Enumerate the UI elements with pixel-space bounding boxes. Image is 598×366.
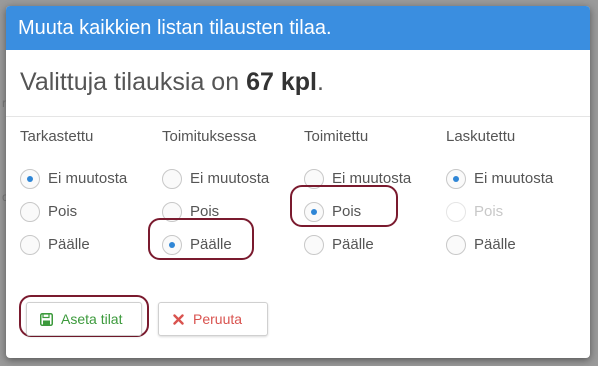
radio-button [446, 201, 466, 222]
radio-button[interactable] [304, 168, 324, 189]
option-label: Pois [332, 203, 362, 220]
status-group-toimituksessa: Toimituksessa Ei muutosta Pois Päälle [162, 128, 302, 261]
group-title: Laskutettu [446, 128, 516, 145]
group-title: Tarkastettu [20, 128, 94, 145]
option-label: Päälle [48, 236, 90, 253]
save-icon [39, 312, 53, 326]
modal-title: Muuta kaikkien listan tilausten tilaa. [6, 6, 590, 50]
group-title: Toimituksessa [162, 128, 257, 145]
summary-suffix: . [316, 68, 324, 96]
option-pois[interactable]: Pois [304, 195, 444, 228]
option-paalle[interactable]: Päälle [20, 228, 160, 261]
option-label: Päälle [332, 236, 374, 253]
option-label: Pois [474, 203, 504, 220]
option-ei-muutosta[interactable]: Ei muutosta [446, 162, 586, 195]
option-label: Pois [190, 203, 220, 220]
radio-button[interactable] [446, 168, 466, 189]
change-status-modal: Muuta kaikkien listan tilausten tilaa. V… [6, 6, 590, 358]
option-ei-muutosta[interactable]: Ei muutosta [20, 162, 160, 195]
status-group-tarkastettu: Tarkastettu Ei muutosta Pois Päälle [20, 128, 160, 261]
divider [6, 116, 590, 117]
option-label: Päälle [190, 236, 232, 253]
set-status-button[interactable]: Aseta tilat [26, 302, 142, 336]
option-label: Pois [48, 203, 78, 220]
option-ei-muutosta[interactable]: Ei muutosta [162, 162, 302, 195]
option-ei-muutosta[interactable]: Ei muutosta [304, 162, 444, 195]
group-title: Toimitettu [304, 128, 369, 145]
option-label: Ei muutosta [190, 170, 270, 187]
option-paalle[interactable]: Päälle [304, 228, 444, 261]
radio-button[interactable] [20, 168, 40, 189]
cancel-label: Peruuta [193, 311, 243, 327]
option-pois[interactable]: Pois [20, 195, 160, 228]
option-label: Ei muutosta [474, 170, 554, 187]
set-status-label: Aseta tilat [61, 311, 123, 327]
radio-button[interactable] [162, 234, 182, 255]
radio-button[interactable] [162, 201, 182, 222]
radio-button[interactable] [304, 201, 324, 222]
summary-prefix: Valittuja tilauksia on [20, 68, 240, 96]
option-label: Ei muutosta [332, 170, 412, 187]
radio-button[interactable] [20, 201, 40, 222]
radio-button[interactable] [20, 234, 40, 255]
radio-button[interactable] [304, 234, 324, 255]
option-pois[interactable]: Pois [162, 195, 302, 228]
radio-button[interactable] [446, 234, 466, 255]
option-pois: Pois [446, 195, 586, 228]
option-paalle[interactable]: Päälle [446, 228, 586, 261]
summary-count: 67 kpl [246, 68, 317, 96]
close-icon [171, 312, 185, 326]
cancel-button[interactable]: Peruuta [158, 302, 268, 336]
option-paalle[interactable]: Päälle [162, 228, 302, 261]
selected-orders-summary: Valittuja tilauksia on 67 kpl. [20, 68, 324, 97]
radio-button[interactable] [162, 168, 182, 189]
option-label: Ei muutosta [48, 170, 128, 187]
option-label: Päälle [474, 236, 516, 253]
status-group-laskutettu: Laskutettu Ei muutosta Pois Päälle [446, 128, 586, 261]
status-group-toimitettu: Toimitettu Ei muutosta Pois Päälle [304, 128, 444, 261]
